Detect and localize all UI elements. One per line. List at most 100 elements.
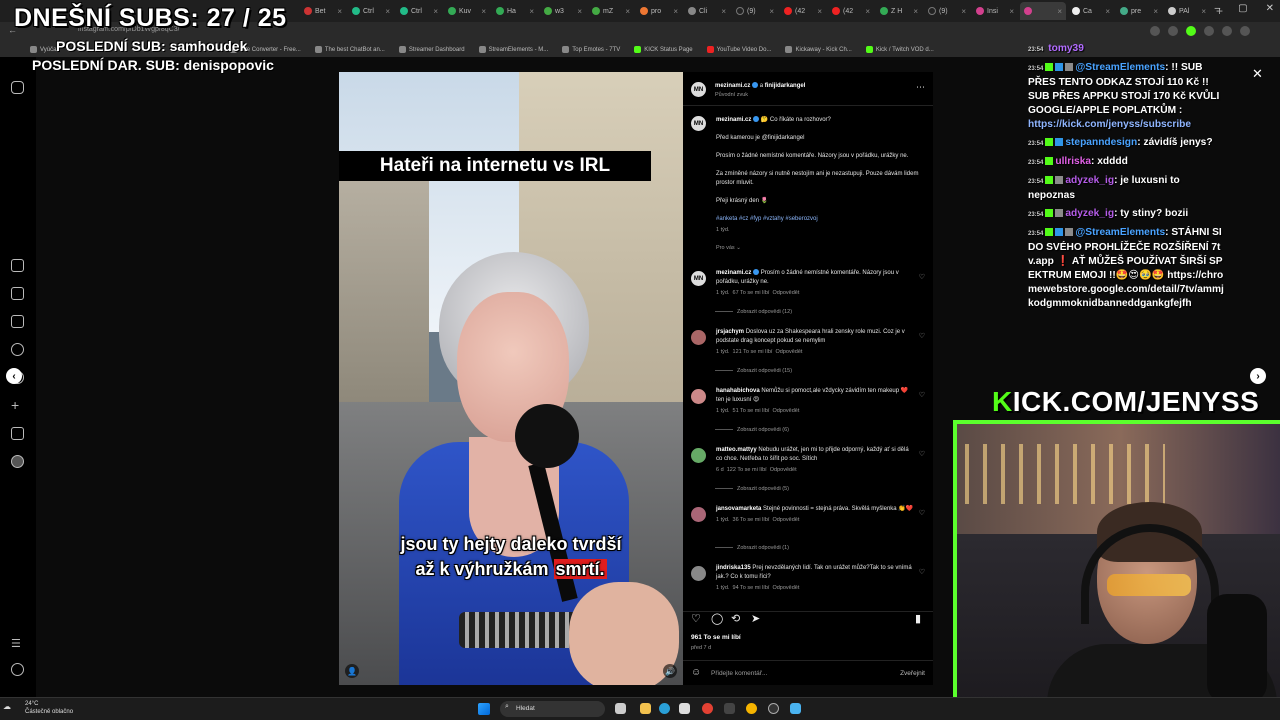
close-tab-icon[interactable]: × xyxy=(1201,7,1206,16)
close-tab-icon[interactable]: × xyxy=(433,7,438,16)
commenter-avatar[interactable]: MN xyxy=(691,271,706,286)
extension-icon[interactable] xyxy=(1204,26,1214,36)
chrome-active-icon[interactable] xyxy=(746,703,757,714)
chrome-icon[interactable] xyxy=(702,703,713,714)
menu-icon[interactable]: ☰ xyxy=(11,637,24,650)
reply-button[interactable]: Odpovědět xyxy=(772,290,799,296)
close-tab-icon[interactable]: × xyxy=(529,7,534,16)
comment-likes[interactable]: 36 To se mi líbí xyxy=(733,517,770,523)
commenter-username[interactable]: hanahabichova xyxy=(716,388,760,394)
bookmark[interactable]: Kick / Twitch VOD d... xyxy=(865,46,934,53)
tab[interactable]: Ctrl × xyxy=(348,2,394,20)
commenter-avatar[interactable] xyxy=(691,330,706,345)
windows-start-icon[interactable] xyxy=(478,703,490,715)
tab[interactable]: PAl × xyxy=(1164,2,1210,20)
tab-active[interactable]: × xyxy=(1020,2,1066,20)
bookmark[interactable]: Vyúča xyxy=(30,46,56,53)
view-replies-button[interactable]: Zobrazit odpovědi (1) xyxy=(715,545,789,551)
close-tab-icon[interactable]: × xyxy=(1153,7,1158,16)
reel-video[interactable]: Hateři na internetu vs IRL jsou ty hejty… xyxy=(339,72,683,685)
bookmark[interactable]: Top Emotes - 7TV xyxy=(562,46,620,53)
bookmark[interactable]: YouTube Video Do... xyxy=(706,46,771,53)
comment-likes[interactable]: 51 To se mi líbí xyxy=(733,408,770,414)
close-tab-icon[interactable]: × xyxy=(577,7,582,16)
reply-button[interactable]: Odpovědět xyxy=(776,349,803,355)
author-username[interactable]: mezinami.cz xyxy=(715,83,750,89)
like-heart-icon[interactable]: ♡ xyxy=(691,612,701,625)
next-post-arrow-icon[interactable]: › xyxy=(1250,368,1266,384)
close-tab-icon[interactable]: × xyxy=(625,7,630,16)
maximize-icon[interactable]: ▢ xyxy=(1238,3,1247,14)
extension-icon[interactable] xyxy=(1186,26,1196,36)
chat-username[interactable]: adyzek_ig xyxy=(1065,208,1114,219)
tab[interactable]: pre × xyxy=(1116,2,1162,20)
weather-icon[interactable]: ☁ xyxy=(3,702,11,711)
chat-username[interactable]: ullriska xyxy=(1055,156,1091,167)
user-tag-icon[interactable]: 👤 xyxy=(345,664,359,678)
comment-like-heart-icon[interactable]: ♡ xyxy=(919,568,925,576)
share-icon[interactable]: ➤ xyxy=(751,612,760,625)
chat-username[interactable]: tomy39 xyxy=(1048,43,1084,54)
tab[interactable]: Ca × xyxy=(1068,2,1114,20)
audio-label[interactable]: Původní zvuk xyxy=(715,92,748,98)
chat-link[interactable]: https://kick.com/jenyss/subscribe xyxy=(1028,119,1191,130)
repost-icon[interactable]: ⟲ xyxy=(731,612,740,625)
comment-likes[interactable]: 122 To se mi líbí xyxy=(727,467,767,473)
store-icon[interactable] xyxy=(679,703,690,714)
extension-icon[interactable] xyxy=(1222,26,1232,36)
close-window-icon[interactable]: ✕ xyxy=(1266,3,1274,14)
taskbar-search[interactable]: Hledat xyxy=(500,701,605,717)
author-avatar[interactable]: MN xyxy=(691,82,706,97)
comment-like-heart-icon[interactable]: ♡ xyxy=(919,450,925,458)
likes-count[interactable]: 961 To se mi líbí xyxy=(691,634,741,641)
commenter-username[interactable]: jansovamarketa xyxy=(716,506,761,512)
emoji-icon[interactable]: ☺ xyxy=(691,667,701,678)
caption-avatar[interactable]: MN xyxy=(691,116,706,131)
tab[interactable]: (9) × xyxy=(732,2,778,20)
commenter-avatar[interactable] xyxy=(691,389,706,404)
for-you-dropdown[interactable]: Pro vás ⌄ xyxy=(716,244,923,253)
tab[interactable]: Bet × xyxy=(300,2,346,20)
weather-widget[interactable]: 24°C Částečně oblačno xyxy=(25,700,73,716)
publish-button[interactable]: Zveřejnit xyxy=(900,670,925,677)
commenter-username[interactable]: matteo.mattyy xyxy=(716,447,757,453)
comment-likes[interactable]: 121 To se mi líbí xyxy=(733,349,773,355)
close-tab-icon[interactable]: × xyxy=(913,7,918,16)
reply-button[interactable]: Odpovědět xyxy=(772,408,799,414)
task-view-icon[interactable] xyxy=(615,703,626,714)
close-tab-icon[interactable]: × xyxy=(385,7,390,16)
close-post-icon[interactable]: ✕ xyxy=(1252,66,1263,82)
tab[interactable]: mZ × xyxy=(588,2,634,20)
minimize-icon[interactable]: – xyxy=(1215,3,1221,14)
dashboard-icon[interactable] xyxy=(11,427,24,440)
reply-button[interactable]: Odpovědět xyxy=(772,517,799,523)
comment-likes[interactable]: 94 To se mi líbí xyxy=(733,585,770,591)
tab[interactable]: Insi × xyxy=(972,2,1018,20)
close-tab-icon[interactable]: × xyxy=(721,7,726,16)
close-tab-icon[interactable]: × xyxy=(481,7,486,16)
save-bookmark-icon[interactable]: ▮ xyxy=(915,612,921,625)
profile-avatar[interactable] xyxy=(1240,26,1250,36)
instagram-logo-icon[interactable] xyxy=(11,81,24,94)
view-replies-button[interactable]: Zobrazit odpovědi (5) xyxy=(715,486,789,492)
close-tab-icon[interactable]: × xyxy=(1009,7,1014,16)
close-tab-icon[interactable]: × xyxy=(961,7,966,16)
commenter-username[interactable]: jindriska135 xyxy=(716,565,751,571)
messages-icon[interactable] xyxy=(11,315,24,328)
view-replies-button[interactable]: Zobrazit odpovědi (15) xyxy=(715,368,792,374)
close-tab-icon[interactable]: × xyxy=(817,7,822,16)
file-explorer-icon[interactable] xyxy=(640,703,651,714)
create-icon[interactable]: + xyxy=(11,398,24,412)
chat-username[interactable]: @StreamElements xyxy=(1075,62,1165,73)
bookmark-star-icon[interactable] xyxy=(1168,26,1178,36)
commenter-avatar[interactable] xyxy=(691,448,706,463)
chat-username[interactable]: stepanndesign xyxy=(1065,137,1137,148)
view-replies-button[interactable]: Zobrazit odpovědi (6) xyxy=(715,427,789,433)
comment-icon[interactable]: ◯ xyxy=(711,612,723,625)
tab[interactable]: Kuv × xyxy=(444,2,490,20)
mute-icon[interactable]: 🔊 xyxy=(663,664,677,678)
reply-button[interactable]: Odpovědět xyxy=(770,467,797,473)
close-tab-icon[interactable]: × xyxy=(769,7,774,16)
bookmark[interactable]: KICK Status Page xyxy=(634,46,693,53)
close-tab-icon[interactable]: × xyxy=(673,7,678,16)
